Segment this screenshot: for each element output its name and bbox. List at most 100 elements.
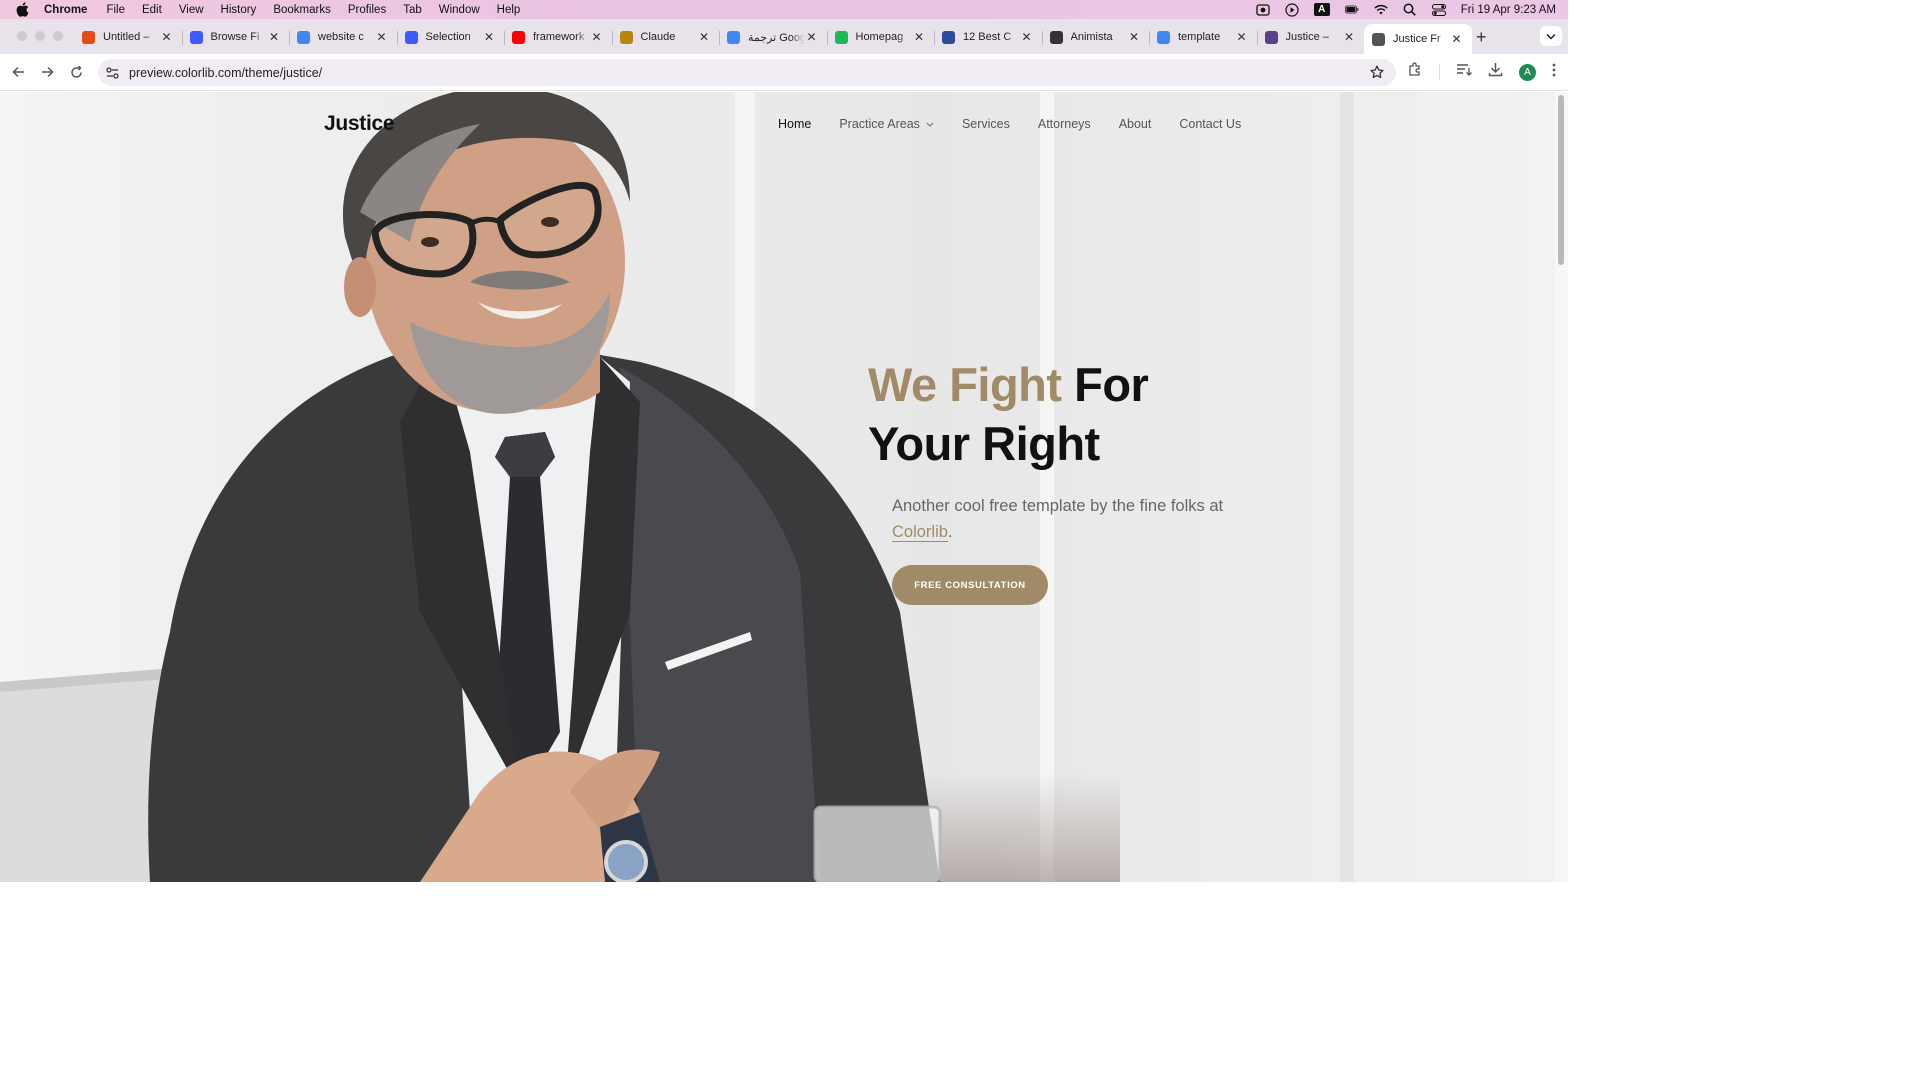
screenshot-icon[interactable] bbox=[1256, 4, 1270, 16]
browser-tab[interactable]: template ✕ bbox=[1149, 24, 1257, 50]
play-icon[interactable] bbox=[1285, 2, 1299, 17]
close-tab-icon[interactable]: ✕ bbox=[160, 30, 174, 44]
menu-chrome[interactable]: Chrome bbox=[44, 4, 87, 16]
close-tab-icon[interactable]: ✕ bbox=[1342, 30, 1356, 44]
browser-tab[interactable]: Browse Fi ✕ bbox=[181, 24, 290, 50]
globe-icon bbox=[1372, 32, 1385, 46]
control-center-icon[interactable] bbox=[1431, 3, 1446, 16]
menu-profiles[interactable]: Profiles bbox=[348, 4, 386, 16]
close-tab-icon[interactable]: ✕ bbox=[1235, 30, 1249, 44]
scrollbar-thumb[interactable] bbox=[1558, 95, 1564, 265]
app-icon bbox=[1264, 30, 1278, 44]
hero-subtitle: Another cool free template by the fine f… bbox=[892, 493, 1232, 545]
minimize-window-button[interactable] bbox=[35, 31, 45, 41]
close-tab-icon[interactable]: ✕ bbox=[912, 30, 926, 44]
background-window-frame bbox=[1040, 92, 1054, 882]
close-tab-icon[interactable]: ✕ bbox=[482, 30, 496, 44]
toolbar-divider bbox=[1439, 64, 1440, 80]
menu-edit[interactable]: Edit bbox=[142, 4, 162, 16]
app-icon bbox=[189, 30, 203, 44]
url-text[interactable]: preview.colorlib.com/theme/justice/ bbox=[129, 66, 322, 80]
browser-tab[interactable]: Selection ✕ bbox=[396, 24, 505, 50]
menu-window[interactable]: Window bbox=[439, 4, 480, 16]
spotlight-search-icon[interactable] bbox=[1403, 3, 1417, 16]
app-icon bbox=[942, 30, 955, 44]
macos-menubar: Chrome File Edit View History Bookmarks … bbox=[0, 0, 1568, 19]
browser-tab[interactable]: Homepag ✕ bbox=[826, 24, 935, 50]
zoom-window-button[interactable] bbox=[53, 31, 63, 41]
app-icon bbox=[404, 30, 418, 44]
tab-title: Justice – bbox=[1285, 31, 1329, 43]
back-arrow-icon[interactable] bbox=[10, 64, 26, 80]
nav-services[interactable]: Services bbox=[962, 117, 1010, 131]
browser-tab[interactable]: Untitled – ✕ bbox=[74, 24, 182, 50]
forward-arrow-icon[interactable] bbox=[39, 64, 55, 80]
google-icon bbox=[297, 30, 310, 44]
apple-icon[interactable] bbox=[16, 2, 32, 17]
claude-icon bbox=[619, 30, 633, 44]
browser-tab[interactable]: Justice – ✕ bbox=[1256, 24, 1365, 50]
tab-title: Homepag bbox=[855, 31, 904, 43]
browser-tab[interactable]: framework ✕ bbox=[504, 24, 612, 50]
browser-tab-active[interactable]: Justice Fr ✕ bbox=[1364, 24, 1472, 54]
tab-title: Justice Fr bbox=[1393, 33, 1441, 45]
close-tab-icon[interactable]: ✕ bbox=[590, 30, 604, 44]
tab-title: Selection bbox=[425, 31, 471, 43]
hero-subtitle-text: Another cool free template by the fine f… bbox=[892, 497, 1224, 515]
nav-practice-areas-label: Practice Areas bbox=[839, 117, 920, 131]
profile-avatar[interactable]: A bbox=[1519, 63, 1536, 81]
close-tab-icon[interactable]: ✕ bbox=[267, 30, 281, 44]
wifi-icon[interactable] bbox=[1374, 4, 1388, 16]
tab-title: 12 Best C bbox=[963, 31, 1012, 43]
site-logo[interactable]: Justice bbox=[324, 112, 395, 136]
battery-icon[interactable] bbox=[1344, 4, 1359, 16]
menu-file[interactable]: File bbox=[106, 4, 125, 16]
download-icon[interactable] bbox=[1488, 62, 1503, 82]
app-icon bbox=[834, 30, 848, 44]
close-tab-icon[interactable]: ✕ bbox=[1127, 30, 1141, 44]
menubar-clock[interactable]: Fri 19 Apr 9:23 AM bbox=[1461, 4, 1556, 16]
close-tab-icon[interactable]: ✕ bbox=[697, 30, 711, 44]
nav-practice-areas[interactable]: Practice Areas bbox=[839, 117, 934, 131]
close-tab-icon[interactable]: ✕ bbox=[805, 30, 819, 44]
page-scrollbar[interactable] bbox=[1555, 92, 1568, 882]
site-settings-icon[interactable] bbox=[106, 66, 120, 79]
browser-toolbar: preview.colorlib.com/theme/justice/ A bbox=[0, 54, 1568, 91]
browser-tab[interactable]: Animista ✕ bbox=[1041, 24, 1150, 50]
close-tab-icon[interactable]: ✕ bbox=[1450, 32, 1464, 46]
nav-home[interactable]: Home bbox=[778, 117, 811, 131]
reading-list-icon[interactable] bbox=[1456, 63, 1472, 82]
reload-icon[interactable] bbox=[68, 64, 84, 80]
menu-bookmarks[interactable]: Bookmarks bbox=[273, 4, 331, 16]
address-bar[interactable]: preview.colorlib.com/theme/justice/ bbox=[98, 59, 1396, 86]
google-icon bbox=[1157, 30, 1170, 44]
close-tab-icon[interactable]: ✕ bbox=[375, 30, 389, 44]
browser-tab[interactable]: website c ✕ bbox=[289, 24, 397, 50]
kebab-menu-icon[interactable] bbox=[1552, 63, 1556, 82]
close-window-button[interactable] bbox=[17, 31, 27, 41]
chevron-down-icon bbox=[926, 119, 934, 129]
nav-contact-us[interactable]: Contact Us bbox=[1179, 117, 1241, 131]
close-tab-icon[interactable]: ✕ bbox=[1020, 30, 1034, 44]
tab-title: framework bbox=[533, 31, 585, 43]
tab-search-chevron-icon[interactable] bbox=[1540, 26, 1562, 46]
menu-view[interactable]: View bbox=[179, 4, 204, 16]
nav-attorneys[interactable]: Attorneys bbox=[1038, 117, 1091, 131]
free-consultation-button[interactable]: FREE CONSULTATION bbox=[892, 565, 1048, 605]
menu-tab[interactable]: Tab bbox=[403, 4, 422, 16]
extensions-puzzle-icon[interactable] bbox=[1408, 62, 1423, 82]
hero-subtitle-end: . bbox=[947, 523, 953, 541]
browser-tab-strip: Untitled – ✕ Browse Fi ✕ website c ✕ Selection… bbox=[0, 19, 1568, 54]
menu-history[interactable]: History bbox=[221, 4, 257, 16]
nav-about[interactable]: About bbox=[1119, 117, 1152, 131]
input-source-icon[interactable]: A bbox=[1313, 3, 1330, 16]
bookmark-star-icon[interactable] bbox=[1370, 65, 1384, 84]
browser-tab[interactable]: 12 Best C ✕ bbox=[934, 24, 1042, 50]
hero-title: We Fight For Your Right bbox=[868, 355, 1149, 473]
hero-title-part: Your Right bbox=[868, 417, 1100, 470]
new-tab-icon[interactable]: + bbox=[1476, 27, 1487, 48]
browser-tab[interactable]: Claude ✕ bbox=[611, 24, 720, 50]
colorlib-link[interactable]: Colorlib bbox=[892, 523, 948, 542]
browser-tab[interactable]: ترجمة Google✕ bbox=[719, 24, 827, 50]
menu-help[interactable]: Help bbox=[497, 4, 521, 16]
